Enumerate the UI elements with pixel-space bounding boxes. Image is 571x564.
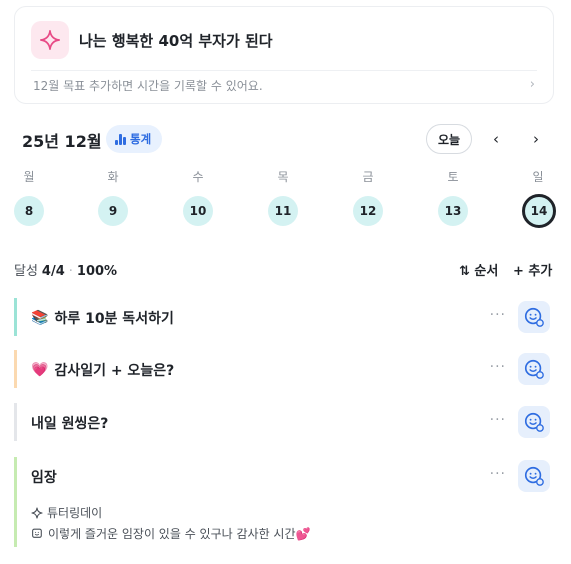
weekday-sat: 토 xyxy=(447,170,459,184)
heart-icon: 💗 xyxy=(31,362,49,378)
reaction-button[interactable] xyxy=(518,353,550,385)
stats-label: 통계 xyxy=(130,132,152,146)
weekday-tue: 화 xyxy=(107,170,119,184)
reaction-button[interactable] xyxy=(518,301,550,333)
more-icon[interactable]: ··· xyxy=(490,359,506,375)
reorder-button[interactable]: ⇅ 순서 xyxy=(459,260,498,279)
stats-button[interactable]: 통계 xyxy=(106,125,163,153)
goal-divider xyxy=(31,70,537,71)
progress-count: 4/4 xyxy=(41,264,65,279)
bar-chart-icon xyxy=(115,133,126,145)
task-title: 내일 원씽은? xyxy=(31,416,109,432)
smile-add-icon xyxy=(524,412,544,432)
reaction-button[interactable] xyxy=(518,460,550,492)
weekday-fri: 금 xyxy=(362,170,374,184)
task-title: 📚 하루 10분 독서하기 xyxy=(31,310,174,327)
goal-hint: 12월 목표 추가하면 시간을 기록할 수 있어요. xyxy=(33,79,263,93)
day-13[interactable]: 13 xyxy=(438,196,468,226)
task-item[interactable]: 📚 하루 10분 독서하기 ··· xyxy=(14,298,554,336)
task-item[interactable]: 💗 감사일기 + 오늘은? ··· xyxy=(14,350,554,388)
add-task-button[interactable]: + 추가 xyxy=(513,260,552,279)
task-title: 임장 xyxy=(31,470,57,486)
task-title: 💗 감사일기 + 오늘은? xyxy=(31,362,175,379)
month-title: 25년 12월 xyxy=(22,132,102,151)
day-8[interactable]: 8 xyxy=(14,196,44,226)
reaction-button[interactable] xyxy=(518,406,550,438)
chat-smile-icon xyxy=(32,528,42,538)
goal-title: 나는 행복한 40억 부자가 된다 xyxy=(79,32,273,50)
books-icon: 📚 xyxy=(31,310,49,326)
today-button[interactable]: 오늘 xyxy=(426,124,473,154)
chevron-right-icon[interactable]: › xyxy=(530,77,535,92)
progress-percent: 100% xyxy=(76,264,118,279)
progress-label: 달성 xyxy=(14,264,38,279)
more-icon[interactable]: ··· xyxy=(490,412,506,428)
goal-card[interactable]: 나는 행복한 40억 부자가 된다 12월 목표 추가하면 시간을 기록할 수 … xyxy=(14,6,554,104)
sparkle-icon xyxy=(31,506,43,519)
task-tag: 튜터링데이 xyxy=(31,504,102,521)
day-12[interactable]: 12 xyxy=(353,196,383,226)
progress-summary: 달성 4/4 · 100% xyxy=(14,260,117,279)
weekday-thu: 목 xyxy=(277,170,289,184)
chevron-left-icon[interactable]: ‹ xyxy=(484,127,508,151)
smile-add-icon xyxy=(524,359,544,379)
day-10[interactable]: 10 xyxy=(183,196,213,226)
weekday-sun: 일 xyxy=(532,170,544,184)
smile-add-icon xyxy=(524,466,544,486)
more-icon[interactable]: ··· xyxy=(490,307,506,323)
progress-separator: · xyxy=(68,264,73,279)
more-icon[interactable]: ··· xyxy=(490,466,506,482)
day-11[interactable]: 11 xyxy=(268,196,298,226)
task-note: 이렇게 즐거운 임장이 있을 수 있구나 감사한 시간💕 xyxy=(31,525,310,542)
chevron-right-icon[interactable]: › xyxy=(524,127,548,151)
day-9[interactable]: 9 xyxy=(98,196,128,226)
weekday-mon: 월 xyxy=(23,170,35,184)
sparkle-icon xyxy=(31,21,69,59)
smile-add-icon xyxy=(524,307,544,327)
weekday-wed: 수 xyxy=(192,170,204,184)
day-14-selected[interactable]: 14 xyxy=(522,194,556,228)
task-item[interactable]: 내일 원씽은? ··· xyxy=(14,403,554,441)
task-item[interactable]: 임장 ··· 튜터링데이 이렇게 즐거운 임장이 있을 수 있구나 감사한 시간… xyxy=(14,457,554,547)
